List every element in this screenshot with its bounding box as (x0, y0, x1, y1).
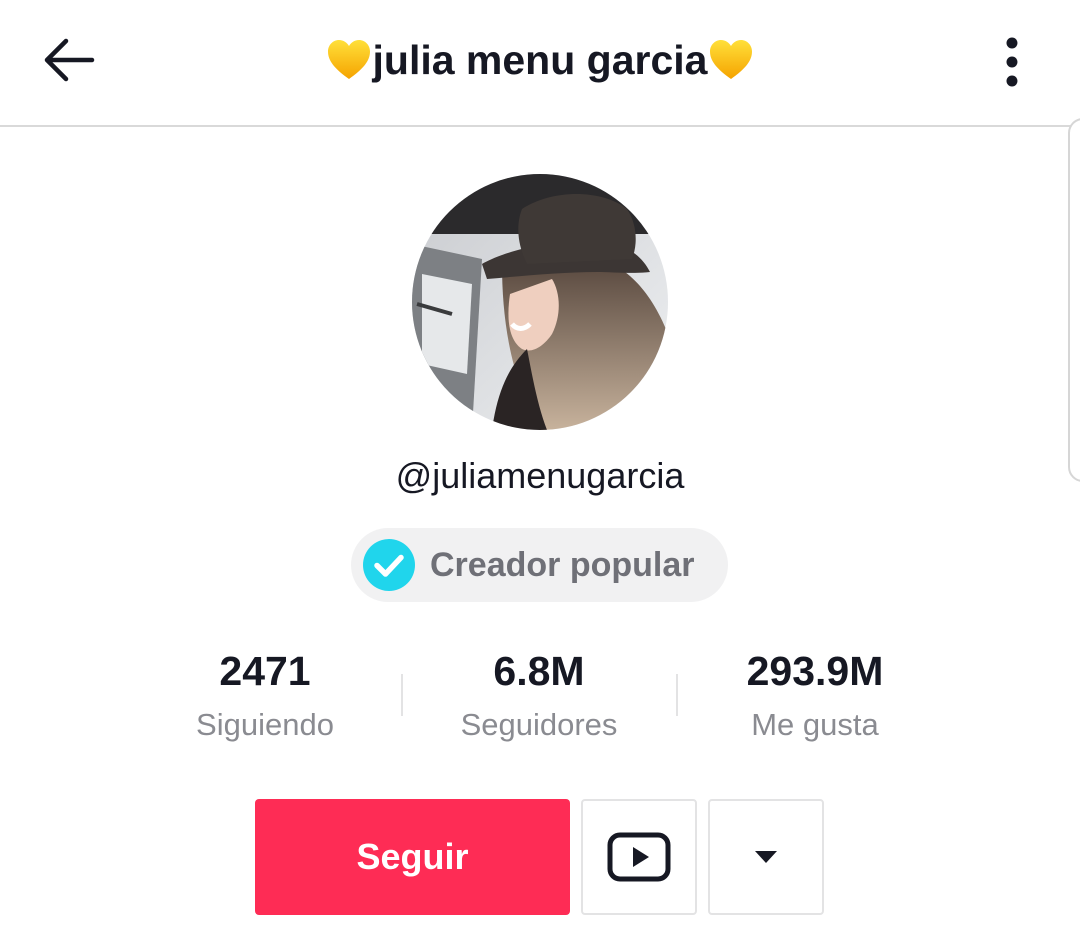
yellow-heart-emoji-right (710, 40, 753, 79)
back-button[interactable] (38, 32, 98, 88)
stat-value: 293.9M (746, 648, 884, 694)
stat-divider (676, 674, 678, 716)
caret-down-icon (755, 851, 777, 863)
stat-label: Seguidores (460, 707, 618, 742)
top-bar: julia menu garcia (0, 0, 1080, 127)
stat-likes[interactable]: 293.9M Me gusta (685, 645, 945, 745)
username: @juliamenugarcia (395, 455, 685, 496)
stat-divider (401, 674, 403, 716)
avatar-photo (412, 174, 668, 430)
profile-page: julia menu garcia @juliamenugarcia Cread… (0, 0, 1080, 944)
yellow-heart-emoji-left (327, 40, 370, 79)
popular-creator-badge[interactable]: Creador popular (351, 528, 728, 602)
youtube-button[interactable] (581, 799, 697, 915)
verified-check-icon (363, 539, 415, 591)
arrow-left-icon (44, 38, 95, 82)
vertical-dots-icon (1006, 37, 1018, 87)
follow-button[interactable]: Seguir (255, 799, 570, 915)
profile-display-name: julia menu garcia (372, 36, 708, 83)
stat-following[interactable]: 2471 Siguiendo (135, 645, 395, 745)
youtube-icon (607, 832, 671, 882)
badge-label: Creador popular (430, 545, 695, 584)
more-options-button[interactable] (990, 32, 1034, 92)
stat-label: Siguiendo (196, 707, 334, 742)
dropdown-button[interactable] (708, 799, 824, 915)
avatar[interactable] (412, 174, 668, 430)
stat-label: Me gusta (751, 707, 879, 742)
stat-followers[interactable]: 6.8M Seguidores (409, 645, 669, 745)
side-panel-edge[interactable] (1068, 118, 1080, 482)
stat-value: 6.8M (493, 648, 585, 694)
stat-value: 2471 (219, 648, 311, 694)
page-title: julia menu garcia (200, 30, 880, 90)
